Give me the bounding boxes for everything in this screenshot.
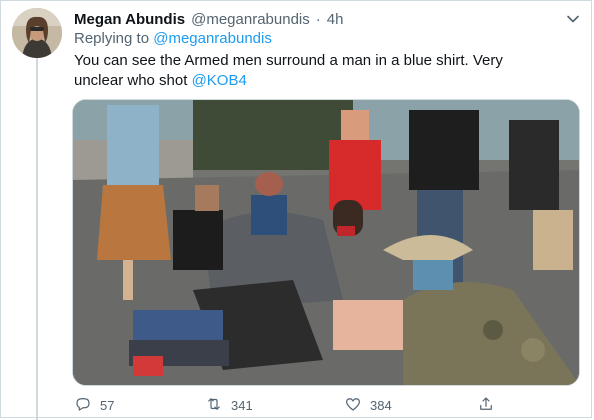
reply-count: 57 <box>100 397 115 413</box>
tweet-text-mention[interactable]: @KOB4 <box>192 72 247 89</box>
chevron-down-icon[interactable] <box>566 12 580 26</box>
like-count: 384 <box>370 397 392 413</box>
retweet-button[interactable]: 341 <box>205 394 253 416</box>
separator-dot: · <box>315 10 321 28</box>
heart-icon <box>344 395 362 416</box>
reply-button[interactable]: 57 <box>74 394 114 416</box>
author-name[interactable]: Megan Abundis <box>74 11 185 28</box>
replying-to-line: Replying to @meganrabundis <box>74 30 272 47</box>
retweet-count: 341 <box>231 397 253 413</box>
thread-connector-line <box>36 58 38 420</box>
replying-to-label: Replying to <box>74 30 154 47</box>
share-icon <box>477 395 495 416</box>
tweet-text: You can see the Armed men surround a man… <box>74 51 554 91</box>
like-button[interactable]: 384 <box>344 394 392 416</box>
avatar[interactable] <box>12 8 62 58</box>
share-button[interactable] <box>477 394 495 416</box>
tweet-timestamp[interactable]: 4h <box>327 11 344 28</box>
tweet-media-photo[interactable] <box>72 99 580 386</box>
replying-to-mention[interactable]: @meganrabundis <box>153 30 272 47</box>
author-handle[interactable]: @meganrabundis <box>191 11 310 28</box>
tweet-header: Megan Abundis @meganrabundis · 4h <box>74 8 578 30</box>
tweet-actions-bar: 57 341 384 <box>72 394 512 416</box>
tweet-text-body: You can see the Armed men surround a man… <box>74 52 503 89</box>
reply-icon <box>74 395 92 416</box>
retweet-icon <box>205 395 223 416</box>
